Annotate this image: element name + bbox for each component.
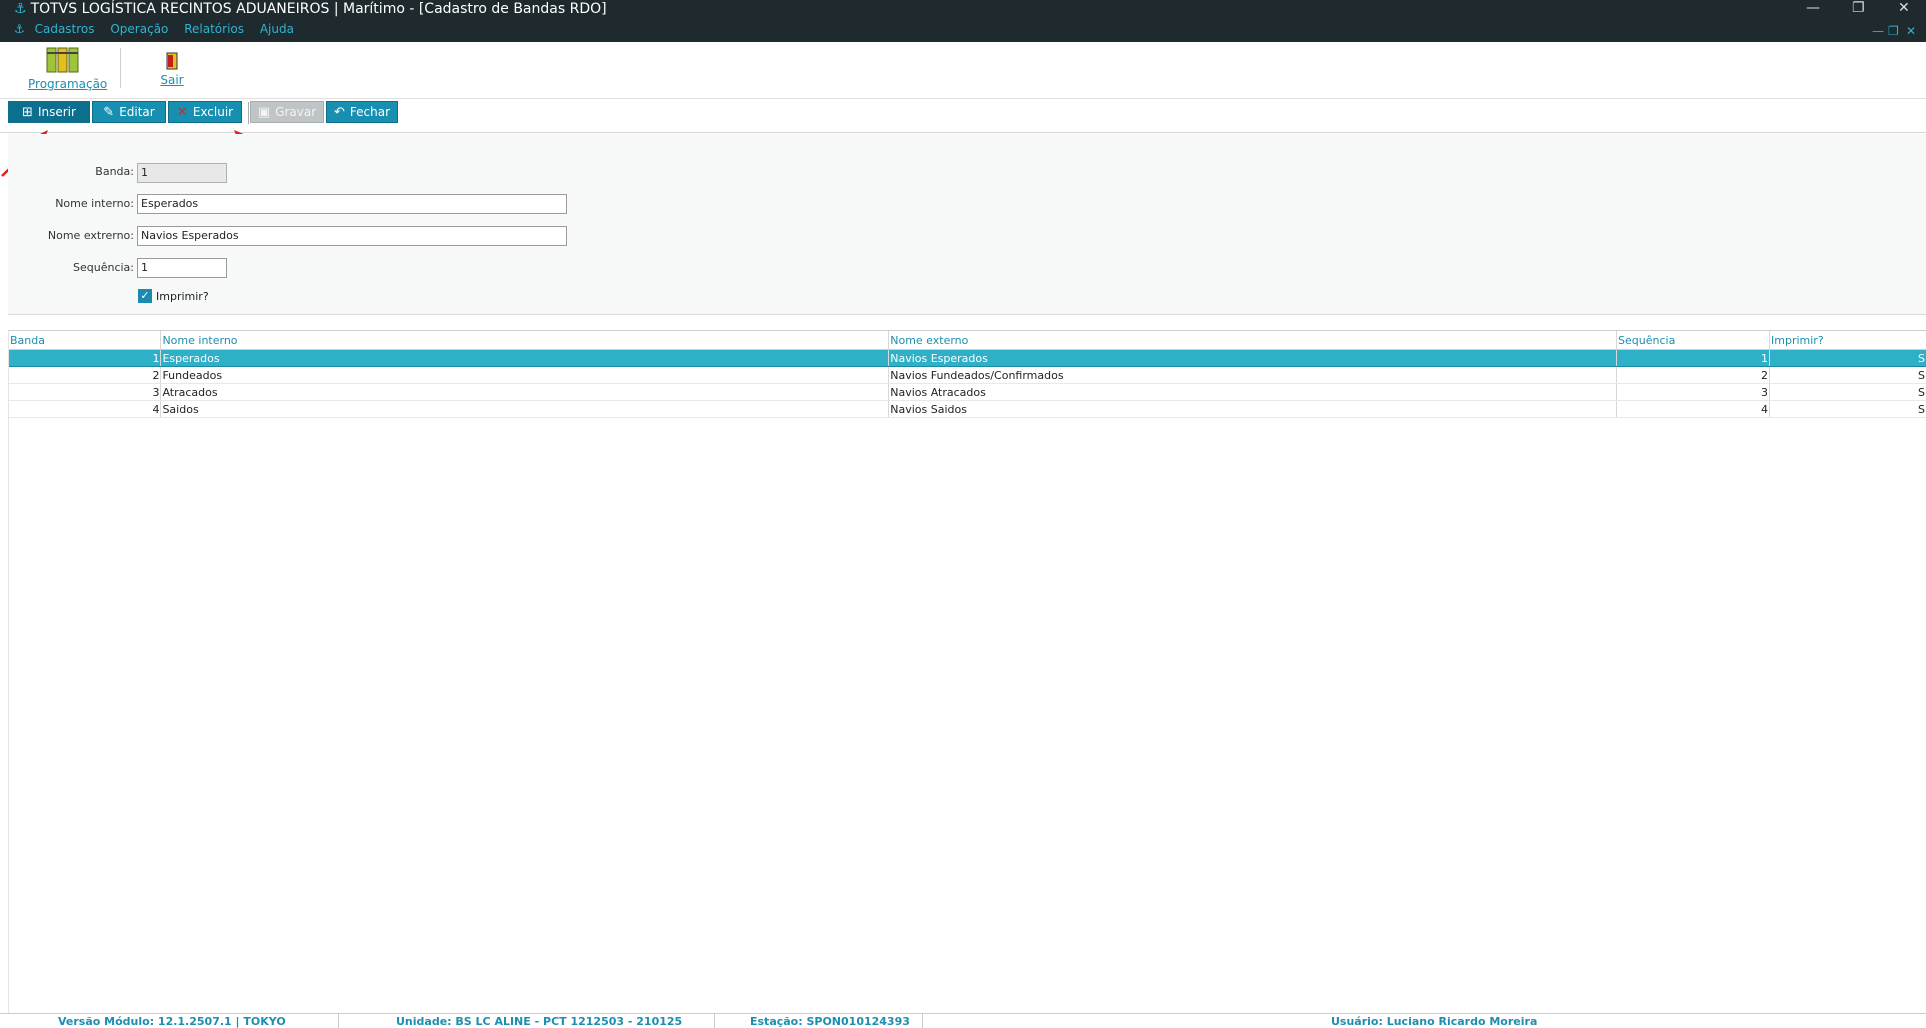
window-title-text: TOTVS LOGÍSTICA RECINTOS ADUANEIROS | Ma… bbox=[30, 1, 607, 17]
cell-imprimir: S bbox=[1769, 400, 1926, 418]
mdi-restore-icon[interactable]: ❐ bbox=[1888, 24, 1899, 38]
close-icon[interactable]: ✕ bbox=[1898, 0, 1910, 16]
anchor-icon: ⚓ bbox=[14, 22, 25, 36]
cell-nome-externo: Navios Fundeados/Confirmados bbox=[888, 366, 1618, 384]
door-exit-icon bbox=[166, 52, 178, 70]
delete-x-icon: ✕ bbox=[176, 104, 188, 120]
bands-table: Banda Nome interno Nome externo Sequênci… bbox=[9, 331, 1926, 418]
menu-bar: ⚓ Cadastros Operação Relatórios Ajuda bbox=[14, 22, 306, 36]
gravar-button[interactable]: ▣ Gravar bbox=[250, 101, 324, 123]
insert-icon: ⊞ bbox=[22, 104, 33, 120]
nome-externo-field[interactable]: Navios Esperados bbox=[137, 226, 567, 246]
fechar-label: Fechar bbox=[349, 105, 391, 119]
status-unidade: Unidade: BS LC ALINE - PCT 1212503 - 210… bbox=[396, 1015, 683, 1028]
ribbon-separator bbox=[120, 48, 121, 88]
undo-icon: ↶ bbox=[333, 104, 345, 120]
programacao-button[interactable]: Programação bbox=[28, 46, 108, 91]
table-row[interactable]: 1 Esperados Navios Esperados 1 S bbox=[9, 349, 1926, 367]
editar-button[interactable]: ✎ Editar bbox=[92, 101, 166, 123]
col-header-nome-interno[interactable]: Nome interno bbox=[160, 331, 890, 350]
books-icon bbox=[46, 47, 79, 73]
cell-banda: 1 bbox=[9, 349, 162, 367]
inserir-button[interactable]: ⊞ Inserir bbox=[8, 101, 90, 123]
menu-operacao[interactable]: Operação bbox=[110, 22, 168, 36]
status-separator bbox=[338, 1014, 339, 1028]
col-header-sequencia[interactable]: Sequência bbox=[1616, 331, 1770, 350]
cell-nome-interno: Fundeados bbox=[160, 366, 890, 384]
title-bar: ⚓ TOTVS LOGÍSTICA RECINTOS ADUANEIROS | M… bbox=[0, 0, 1926, 42]
excluir-button[interactable]: ✕ Excluir bbox=[168, 101, 242, 123]
excluir-label: Excluir bbox=[192, 105, 234, 119]
restore-icon[interactable]: ❐ bbox=[1852, 0, 1865, 16]
menu-relatorios[interactable]: Relatórios bbox=[184, 22, 244, 36]
ribbon: Programação Sair bbox=[0, 42, 1926, 99]
cell-imprimir: S bbox=[1769, 349, 1926, 367]
cell-banda: 4 bbox=[9, 400, 162, 418]
cell-imprimir: S bbox=[1769, 383, 1926, 401]
status-separator bbox=[714, 1014, 715, 1028]
anchor-icon: ⚓ bbox=[14, 1, 27, 17]
cell-banda: 2 bbox=[9, 366, 162, 384]
sair-label: Sair bbox=[160, 73, 184, 87]
sequencia-label: Sequência: bbox=[73, 261, 134, 274]
window-title: ⚓ TOTVS LOGÍSTICA RECINTOS ADUANEIROS | M… bbox=[14, 1, 607, 17]
sair-button[interactable]: Sair bbox=[150, 46, 194, 87]
cell-banda: 3 bbox=[9, 383, 162, 401]
programacao-label: Programação bbox=[28, 77, 108, 91]
cell-nome-interno: Esperados bbox=[160, 349, 890, 367]
imprimir-label: Imprimir? bbox=[156, 290, 209, 303]
cell-nome-externo: Navios Esperados bbox=[888, 349, 1618, 367]
editar-label: Editar bbox=[119, 105, 155, 119]
imprimir-checkbox[interactable]: ✓ bbox=[138, 289, 152, 303]
cell-sequencia: 4 bbox=[1616, 400, 1770, 418]
cell-nome-interno: Saidos bbox=[160, 400, 890, 418]
bands-grid: Banda Nome interno Nome externo Sequênci… bbox=[8, 330, 1926, 1014]
menu-ajuda[interactable]: Ajuda bbox=[260, 22, 294, 36]
table-row[interactable]: 3 Atracados Navios Atracados 3 S bbox=[9, 383, 1926, 401]
status-estacao: Estação: SPON010124393 bbox=[750, 1015, 910, 1028]
toolbar-separator bbox=[248, 102, 249, 124]
col-header-nome-externo[interactable]: Nome externo bbox=[888, 331, 1618, 350]
table-header-row: Banda Nome interno Nome externo Sequênci… bbox=[9, 331, 1926, 350]
status-separator bbox=[922, 1014, 923, 1028]
inserir-label: Inserir bbox=[37, 105, 76, 119]
cell-nome-externo: Navios Saidos bbox=[888, 400, 1618, 418]
mdi-minimize-icon[interactable]: — bbox=[1872, 24, 1884, 38]
edit-icon: ✎ bbox=[103, 104, 115, 120]
col-header-imprimir[interactable]: Imprimir? bbox=[1769, 331, 1926, 350]
band-form: Banda: 1 Nome interno: Esperados Nome ex… bbox=[8, 134, 1926, 315]
status-versao: Versão Módulo: 12.1.2507.1 | TOKYO bbox=[58, 1015, 286, 1028]
banda-field: 1 bbox=[137, 163, 227, 183]
banda-label: Banda: bbox=[95, 165, 134, 178]
table-row[interactable]: 4 Saidos Navios Saidos 4 S bbox=[9, 400, 1926, 418]
status-usuario: Usuário: Luciano Ricardo Moreira bbox=[1331, 1015, 1538, 1028]
fechar-button[interactable]: ↶ Fechar bbox=[326, 101, 398, 123]
action-toolbar: ⊞ Inserir ✎ Editar ✕ Excluir ▣ Gravar ↶ Fecha… bbox=[0, 98, 1926, 133]
menu-cadastros[interactable]: Cadastros bbox=[35, 22, 95, 36]
nome-interno-field[interactable]: Esperados bbox=[137, 194, 567, 214]
sequencia-field[interactable]: 1 bbox=[137, 258, 227, 278]
status-bar: Versão Módulo: 12.1.2507.1 | TOKYO Unida… bbox=[0, 1013, 1926, 1028]
cell-imprimir: S bbox=[1769, 366, 1926, 384]
cell-sequencia: 3 bbox=[1616, 383, 1770, 401]
cell-nome-externo: Navios Atracados bbox=[888, 383, 1618, 401]
save-disk-icon: ▣ bbox=[257, 104, 271, 120]
minimize-icon[interactable]: — bbox=[1806, 0, 1820, 16]
cell-nome-interno: Atracados bbox=[160, 383, 890, 401]
cell-sequencia: 1 bbox=[1616, 349, 1770, 367]
col-header-banda[interactable]: Banda bbox=[9, 331, 162, 350]
cell-sequencia: 2 bbox=[1616, 366, 1770, 384]
nome-externo-label: Nome extrerno: bbox=[47, 229, 134, 242]
nome-interno-label: Nome interno: bbox=[55, 197, 134, 210]
gravar-label: Gravar bbox=[275, 105, 317, 119]
mdi-close-icon[interactable]: ✕ bbox=[1906, 24, 1916, 38]
table-row[interactable]: 2 Fundeados Navios Fundeados/Confirmados… bbox=[9, 366, 1926, 384]
